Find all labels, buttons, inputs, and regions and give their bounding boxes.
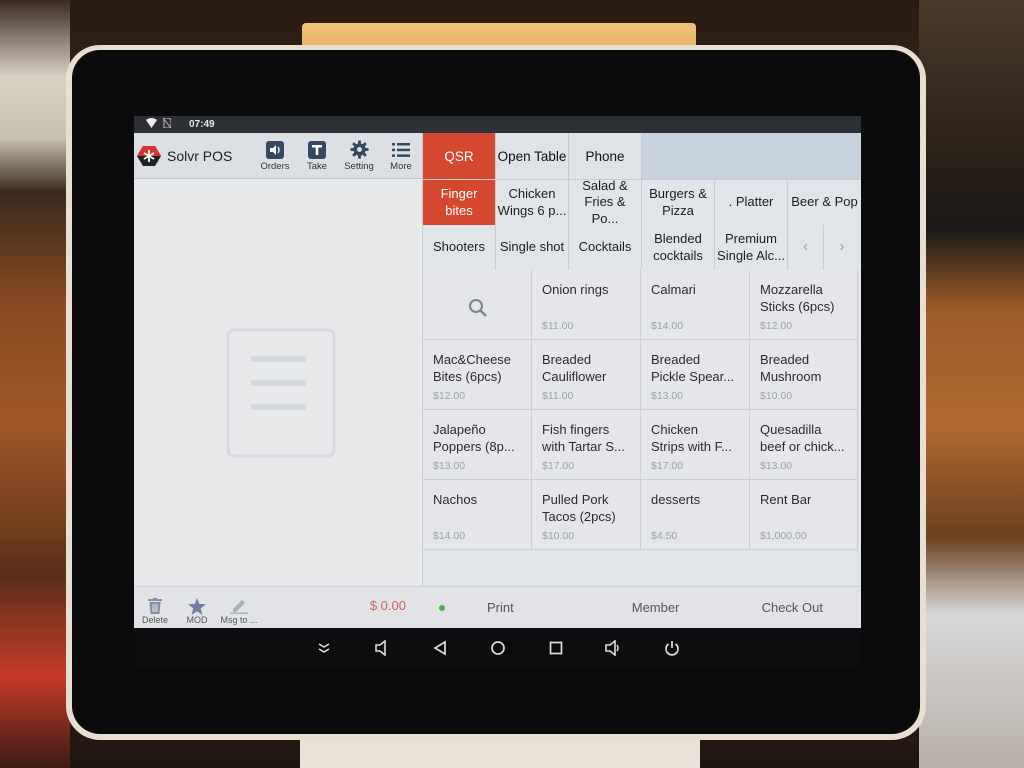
take-t-icon <box>307 140 327 160</box>
tab-qsr[interactable]: QSR <box>423 133 496 179</box>
speaker-icon <box>265 140 285 160</box>
menu-item[interactable]: desserts $4.50 <box>641 480 750 550</box>
category-premium-single[interactable]: Premium Single Alc... <box>715 225 788 270</box>
back-icon[interactable] <box>430 638 450 658</box>
app-title: Solvr POS <box>167 147 233 164</box>
star-icon <box>188 597 206 615</box>
category-row-1: Finger bites Chicken Wings 6 p... Salad … <box>423 179 861 225</box>
mod-button[interactable]: MOD <box>176 597 218 625</box>
print-button[interactable]: Print <box>487 600 514 615</box>
menu-item[interactable]: Mozzarella Sticks (6pcs) $12.00 <box>750 270 858 340</box>
menu-item[interactable]: Pulled Pork Tacos (2pcs) $10.00 <box>532 480 641 550</box>
next-page-button[interactable]: › <box>824 225 860 270</box>
pos-screen: 07:49 Solvr POS Orders Take Setting More… <box>134 116 861 668</box>
category-single-shot[interactable]: Single shot <box>496 225 569 270</box>
category-cocktails[interactable]: Cocktails <box>569 225 642 270</box>
menu-items-grid: Onion rings $11.00 Calmari $14.00 Mozzarel… <box>423 269 861 550</box>
menu-item[interactable]: Onion rings $11.00 <box>532 270 641 340</box>
menu-item[interactable]: Chicken Strips with F... $17.00 <box>641 410 750 480</box>
wifi-icon <box>146 118 157 131</box>
clock: 07:49 <box>189 119 215 130</box>
volume-down-icon[interactable] <box>372 638 392 658</box>
more-button[interactable]: More <box>380 140 422 172</box>
order-panel: Solvr POS Orders Take Setting More Delet… <box>134 133 426 628</box>
background-left <box>0 0 70 768</box>
menu-item[interactable]: Nachos $14.00 <box>423 480 532 550</box>
menu-item[interactable]: Breaded Cauliflower $11.00 <box>532 340 641 410</box>
connection-status-indicator <box>439 604 445 611</box>
empty-order-icon <box>226 328 336 458</box>
category-shooters[interactable]: Shooters <box>423 225 496 270</box>
chevron-right-icon: › <box>839 238 845 256</box>
category-burgers-pizza[interactable]: Burgers & Pizza <box>642 180 715 225</box>
menu-item[interactable]: Rent Bar $1,000.00 <box>750 480 858 550</box>
power-icon[interactable] <box>662 638 682 658</box>
menu-item[interactable]: Fish fingers with Tartar S... $17.00 <box>532 410 641 480</box>
member-button[interactable]: Member <box>632 600 680 615</box>
home-icon[interactable] <box>488 638 508 658</box>
menu-item[interactable]: Calmari $14.00 <box>641 270 750 340</box>
gear-icon <box>349 140 369 160</box>
no-sim-icon <box>162 117 172 131</box>
trash-icon <box>146 597 164 615</box>
take-button[interactable]: Take <box>296 140 338 172</box>
menu-item[interactable]: Quesadilla beef or chick... $13.00 <box>750 410 858 480</box>
tab-open-table[interactable]: Open Table <box>496 133 569 179</box>
android-navigation-bar <box>134 628 861 668</box>
checkout-button[interactable]: Check Out <box>762 600 823 615</box>
category-chicken-wings[interactable]: Chicken Wings 6 p... <box>496 180 569 225</box>
order-actions: Delete MOD Msg to ... $ 0.00 <box>134 586 426 628</box>
category-finger-bites[interactable]: Finger bites <box>423 180 496 225</box>
menu-panel: QSR Open Table Phone Finger bites Chicke… <box>423 133 861 628</box>
android-status-bar: 07:49 <box>134 116 861 133</box>
category-salad-fries[interactable]: Salad & Fries & Po... <box>569 180 642 225</box>
message-button[interactable]: Msg to ... <box>218 597 260 625</box>
orders-button[interactable]: Orders <box>254 140 296 172</box>
tab-phone[interactable]: Phone <box>569 133 642 179</box>
app-header: Solvr POS Orders Take Setting More <box>134 133 422 179</box>
category-platter[interactable]: . Platter <box>715 180 788 225</box>
category-beer-pop[interactable]: Beer & Pop <box>788 180 861 225</box>
pencil-icon <box>230 597 248 615</box>
category-blended-cocktails[interactable]: Blended cocktails <box>642 225 715 270</box>
list-icon <box>391 140 411 160</box>
search-item-button[interactable] <box>423 270 532 340</box>
category-row-2: Shooters Single shot Cocktails Blended c… <box>423 224 861 270</box>
menu-item[interactable]: Breaded Pickle Spear... $13.00 <box>641 340 750 410</box>
menu-item[interactable]: Jalapeño Poppers (8p... $13.00 <box>423 410 532 480</box>
order-total: $ 0.00 <box>369 598 406 613</box>
menu-item[interactable]: Mac&Cheese Bites (6pcs) $12.00 <box>423 340 532 410</box>
recents-icon[interactable] <box>546 638 566 658</box>
volume-up-icon[interactable] <box>604 638 624 658</box>
chevron-left-icon: ‹ <box>803 238 808 256</box>
background-right <box>919 0 1024 768</box>
solvr-logo-icon <box>137 145 161 166</box>
setting-button[interactable]: Setting <box>338 140 380 172</box>
action-bar: Print Member Check Out <box>423 586 861 628</box>
search-icon <box>469 298 487 317</box>
collapse-icon[interactable] <box>314 638 334 658</box>
delete-button[interactable]: Delete <box>134 597 176 625</box>
prev-page-button[interactable]: ‹ <box>788 225 824 270</box>
menu-item[interactable]: Breaded Mushroom $10.00 <box>750 340 858 410</box>
order-type-tabs: QSR Open Table Phone <box>423 133 861 179</box>
